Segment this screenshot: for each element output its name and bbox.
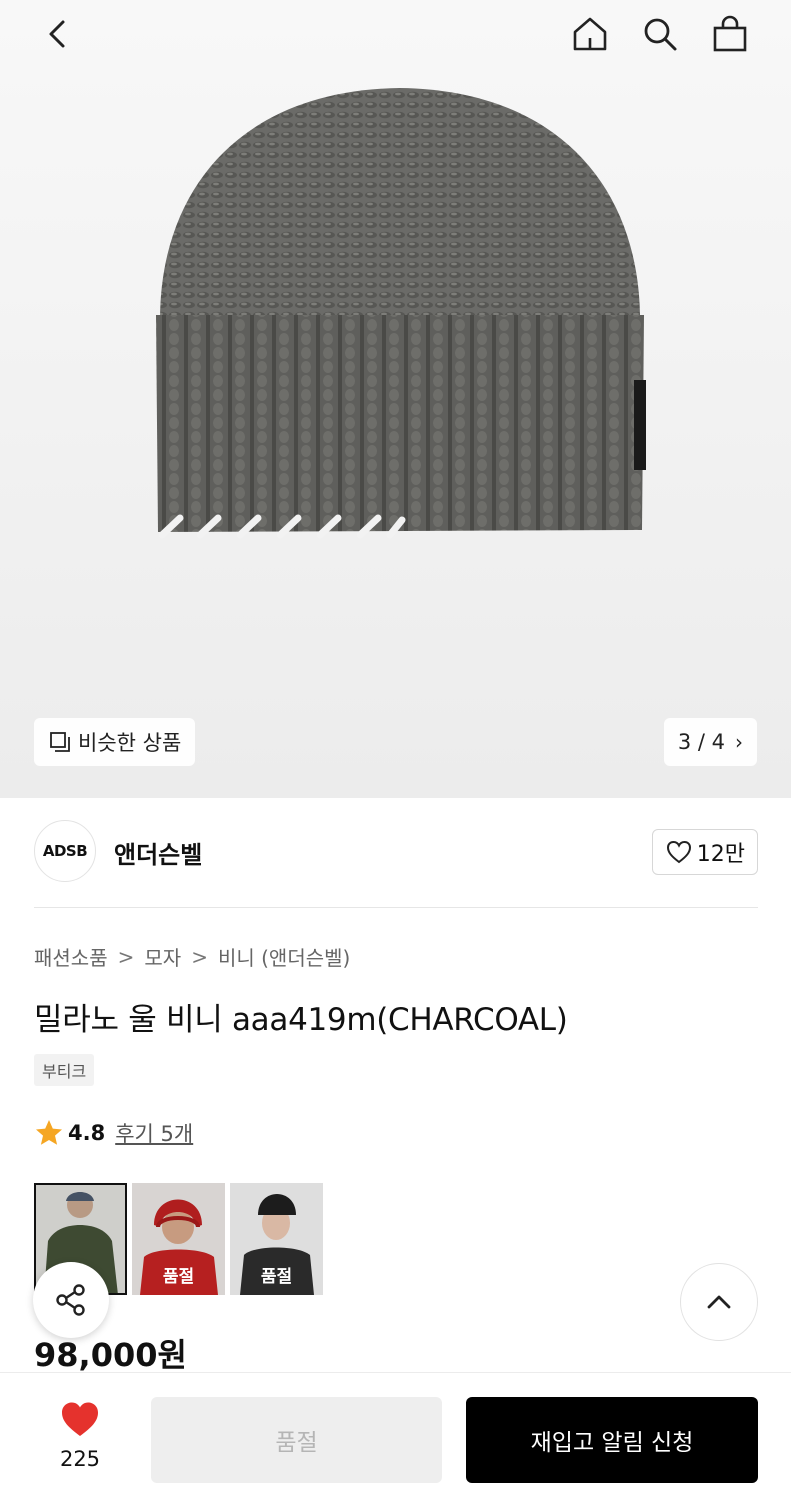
search-icon xyxy=(644,18,677,51)
boutique-tag: 부티크 xyxy=(34,1054,95,1086)
scroll-to-top-button[interactable] xyxy=(680,1263,758,1341)
breadcrumb: 패션소품 > 모자 > 비니 (앤더슨벨) xyxy=(34,942,350,971)
option-thumbnail[interactable]: 품절 xyxy=(230,1183,323,1295)
share-icon xyxy=(56,1284,85,1316)
shopping-bag-icon xyxy=(713,15,747,52)
restock-alert-button[interactable]: 재입고 알림 신청 xyxy=(466,1397,758,1483)
chevron-right-icon: › xyxy=(735,730,743,754)
brand-logo[interactable]: ADSB xyxy=(34,820,96,882)
breadcrumb-item[interactable]: 모자 xyxy=(144,942,181,971)
share-button[interactable] xyxy=(33,1262,109,1338)
chevron-up-icon xyxy=(707,1295,731,1309)
back-icon xyxy=(49,20,65,48)
rating-summary: 4.8 후기 5개 xyxy=(34,1118,193,1148)
pager-count: 3 / 4 xyxy=(677,730,725,754)
cart-button[interactable] xyxy=(708,12,752,56)
brand-row: ADSB 앤더슨벨 12만 xyxy=(34,820,758,886)
wishlist-count: 225 xyxy=(59,1447,101,1471)
brand-like-count: 12만 xyxy=(696,842,745,867)
wishlist-button[interactable]: 225 xyxy=(30,1399,130,1471)
search-button[interactable] xyxy=(638,12,682,56)
soldout-label: 품절 xyxy=(260,1267,293,1287)
brand-name[interactable]: 앤더슨벨 xyxy=(114,835,202,870)
similar-items-label: 비슷한 상품 xyxy=(78,731,182,755)
product-title: 밀라노 울 비니 aaa419m(CHARCOAL) xyxy=(34,1002,568,1038)
reviews-link[interactable]: 후기 5개 xyxy=(115,1118,193,1148)
rating-score: 4.8 xyxy=(68,1121,106,1145)
heart-outline-icon xyxy=(666,840,691,864)
similar-items-button[interactable]: 비슷한 상품 xyxy=(34,718,196,766)
home-button[interactable] xyxy=(568,12,612,56)
soldout-label: 품절 xyxy=(162,1267,195,1287)
breadcrumb-separator: > xyxy=(191,944,208,969)
image-pager[interactable]: 3 / 4 › xyxy=(663,718,757,766)
product-image-gallery[interactable]: 비슷한 상품 3 / 4 › xyxy=(0,0,791,798)
back-button[interactable] xyxy=(36,12,80,56)
product-price: 98,000원 xyxy=(34,1336,187,1374)
breadcrumb-separator: > xyxy=(117,944,135,969)
breadcrumb-item[interactable]: 패션소품 xyxy=(34,942,108,971)
brand-like-button[interactable]: 12만 xyxy=(651,829,758,875)
divider xyxy=(34,907,758,908)
heart-filled-icon xyxy=(62,1402,98,1436)
product-image-beanie xyxy=(156,88,646,539)
breadcrumb-item[interactable]: 비니 (앤더슨벨) xyxy=(218,942,350,971)
star-icon xyxy=(36,1120,62,1145)
soldout-button: 품절 xyxy=(151,1397,442,1483)
purchase-bar: 225 품절 재입고 알림 신청 xyxy=(0,1372,791,1500)
home-icon xyxy=(573,17,607,51)
similar-items-icon xyxy=(50,732,70,752)
top-navigation-bar xyxy=(0,0,791,72)
option-thumbnail[interactable]: 품절 xyxy=(132,1183,225,1295)
